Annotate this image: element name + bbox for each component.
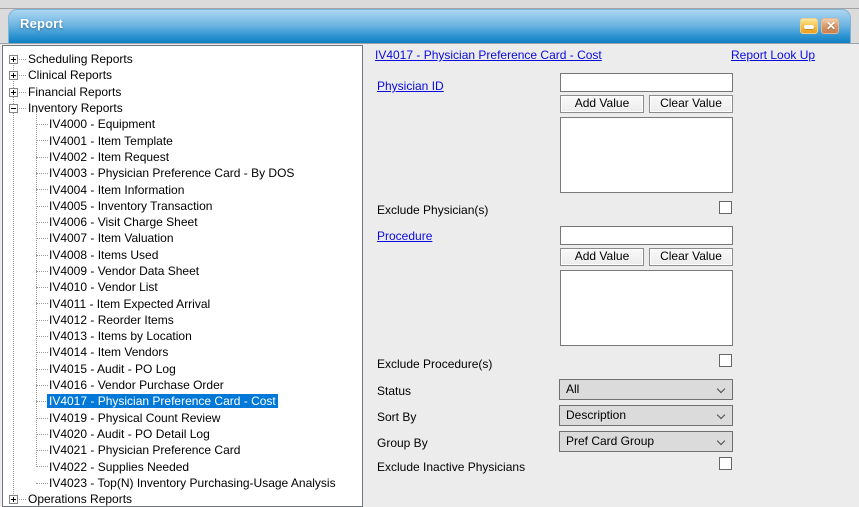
tree-item[interactable]: IV4008 - Items Used [3, 247, 362, 263]
tree-item-label: Scheduling Reports [26, 52, 135, 66]
tree-item[interactable]: IV4022 - Supplies Needed [3, 458, 362, 474]
status-value: All [566, 382, 579, 396]
tree-item-label: IV4004 - Item Information [47, 183, 186, 197]
tree-item-label: IV4014 - Item Vendors [47, 345, 170, 359]
sort-by-label: Sort By [377, 410, 416, 424]
exclude-procedures-label: Exclude Procedure(s) [377, 357, 492, 371]
report-tree-panel: Scheduling Reports Clinical Reports Financ… [2, 45, 363, 507]
report-lookup-link[interactable]: Report Look Up [731, 48, 815, 62]
tree-item-label: Inventory Reports [26, 101, 125, 115]
physician-id-link[interactable]: Physician ID [377, 79, 444, 93]
tree-item[interactable]: IV4006 - Visit Charge Sheet [3, 214, 362, 230]
exclude-physicians-checkbox[interactable] [719, 201, 732, 214]
tree-item[interactable]: IV4019 - Physical Count Review [3, 410, 362, 426]
tree-item-label: IV4006 - Visit Charge Sheet [47, 215, 200, 229]
tree-item-label: IV4022 - Supplies Needed [47, 460, 191, 474]
tree-item[interactable]: IV4009 - Vendor Data Sheet [3, 263, 362, 279]
expand-plus-icon[interactable] [9, 71, 18, 80]
tree-item[interactable]: Clinical Reports [3, 67, 362, 83]
group-by-value: Pref Card Group [566, 434, 654, 448]
exclude-inactive-physicians-label: Exclude Inactive Physicians [377, 460, 525, 474]
tree-item[interactable]: IV4007 - Item Valuation [3, 230, 362, 246]
procedure-list-box[interactable] [560, 270, 733, 346]
tree-item-label: IV4011 - Item Expected Arrival [47, 297, 212, 311]
physician-clear-value-button[interactable]: Clear Value [649, 95, 733, 113]
title-bar: Report ✕ [8, 9, 851, 43]
expand-plus-icon[interactable] [9, 495, 18, 504]
tree-item-label: IV4013 - Items by Location [47, 329, 194, 343]
tree-item-label: IV4019 - Physical Count Review [47, 411, 222, 425]
tree-item-label: IV4003 - Physician Preference Card - By … [47, 166, 296, 180]
tree-item[interactable]: IV4002 - Item Request [3, 149, 362, 165]
tree-item-label: Financial Reports [26, 85, 123, 99]
report-title-link[interactable]: IV4017 - Physician Preference Card - Cos… [375, 48, 602, 62]
exclude-procedures-checkbox[interactable] [719, 354, 732, 367]
close-icon: ✕ [822, 19, 840, 35]
physician-id-input[interactable] [560, 73, 733, 92]
tree-item-label: IV4008 - Items Used [47, 248, 160, 262]
tree-item-label: IV4012 - Reorder Items [47, 313, 176, 327]
tree-item-label: IV4021 - Physician Preference Card [47, 443, 242, 457]
expand-plus-icon[interactable] [9, 55, 18, 64]
chevron-down-icon [717, 411, 725, 419]
tree-item-label: IV4020 - Audit - PO Detail Log [47, 427, 212, 441]
tree-item[interactable]: IV4003 - Physician Preference Card - By … [3, 165, 362, 181]
minimize-icon [804, 25, 814, 29]
tree-item[interactable]: IV4000 - Equipment [3, 116, 362, 132]
collapse-minus-icon[interactable] [9, 104, 18, 113]
tree-item[interactable]: IV4013 - Items by Location [3, 328, 362, 344]
tree-item[interactable]: Financial Reports [3, 84, 362, 100]
chevron-down-icon [717, 385, 725, 393]
tree-item-label: IV4016 - Vendor Purchase Order [47, 378, 226, 392]
tree-item-label: Clinical Reports [26, 68, 114, 82]
tree-item[interactable]: IV4016 - Vendor Purchase Order [3, 377, 362, 393]
tree-item-label: IV4002 - Item Request [47, 150, 171, 164]
tree-item-label: Operations Reports [26, 492, 134, 506]
tree-item[interactable]: IV4011 - Item Expected Arrival [3, 295, 362, 311]
window-title: Report [20, 16, 63, 31]
physician-add-value-button[interactable]: Add Value [560, 95, 644, 113]
tree-item-label: IV4023 - Top(N) Inventory Purchasing-Usa… [47, 476, 338, 490]
status-dropdown[interactable]: All [559, 379, 733, 400]
procedure-clear-value-button[interactable]: Clear Value [649, 248, 733, 266]
exclude-physicians-label: Exclude Physician(s) [377, 203, 488, 217]
exclude-inactive-physicians-checkbox[interactable] [719, 457, 732, 470]
minimize-button[interactable] [800, 18, 818, 34]
tree-item[interactable]: Inventory Reports [3, 100, 362, 116]
tree-item-label: IV4010 - Vendor List [47, 280, 160, 294]
tree-item[interactable]: IV4012 - Reorder Items [3, 312, 362, 328]
tree-item[interactable]: IV4020 - Audit - PO Detail Log [3, 426, 362, 442]
tree-item[interactable]: IV4023 - Top(N) Inventory Purchasing-Usa… [3, 475, 362, 491]
tree-item-label: IV4017 - Physician Preference Card - Cos… [47, 394, 278, 408]
tree-item[interactable]: IV4014 - Item Vendors [3, 344, 362, 360]
tree-item[interactable]: IV4005 - Inventory Transaction [3, 198, 362, 214]
tree-item-label: IV4009 - Vendor Data Sheet [47, 264, 201, 278]
tree-item-label: IV4015 - Audit - PO Log [47, 362, 178, 376]
tree-item[interactable]: IV4017 - Physician Preference Card - Cos… [3, 393, 362, 409]
report-tree: Scheduling Reports Clinical Reports Financ… [3, 51, 362, 507]
sort-by-dropdown[interactable]: Description [559, 405, 733, 426]
tree-item[interactable]: Operations Reports [3, 491, 362, 507]
status-label: Status [377, 384, 411, 398]
chevron-down-icon [717, 437, 725, 445]
procedure-add-value-button[interactable]: Add Value [560, 248, 644, 266]
tree-item[interactable]: IV4021 - Physician Preference Card [3, 442, 362, 458]
tree-item[interactable]: IV4010 - Vendor List [3, 279, 362, 295]
tree-item[interactable]: IV4001 - Item Template [3, 132, 362, 148]
tree-item[interactable]: IV4015 - Audit - PO Log [3, 361, 362, 377]
tree-item-label: IV4001 - Item Template [47, 134, 175, 148]
tree-item-label: IV4005 - Inventory Transaction [47, 199, 214, 213]
tree-item[interactable]: IV4004 - Item Information [3, 181, 362, 197]
physician-list-box[interactable] [560, 117, 733, 193]
group-by-label: Group By [377, 436, 428, 450]
procedure-link[interactable]: Procedure [377, 229, 432, 243]
tree-item[interactable]: Scheduling Reports [3, 51, 362, 67]
procedure-input[interactable] [560, 226, 733, 245]
sort-by-value: Description [566, 408, 626, 422]
close-button[interactable]: ✕ [821, 18, 839, 34]
group-by-dropdown[interactable]: Pref Card Group [559, 431, 733, 452]
expand-plus-icon[interactable] [9, 88, 18, 97]
tree-item-label: IV4007 - Item Valuation [47, 231, 176, 245]
tree-item-label: IV4000 - Equipment [47, 117, 157, 131]
